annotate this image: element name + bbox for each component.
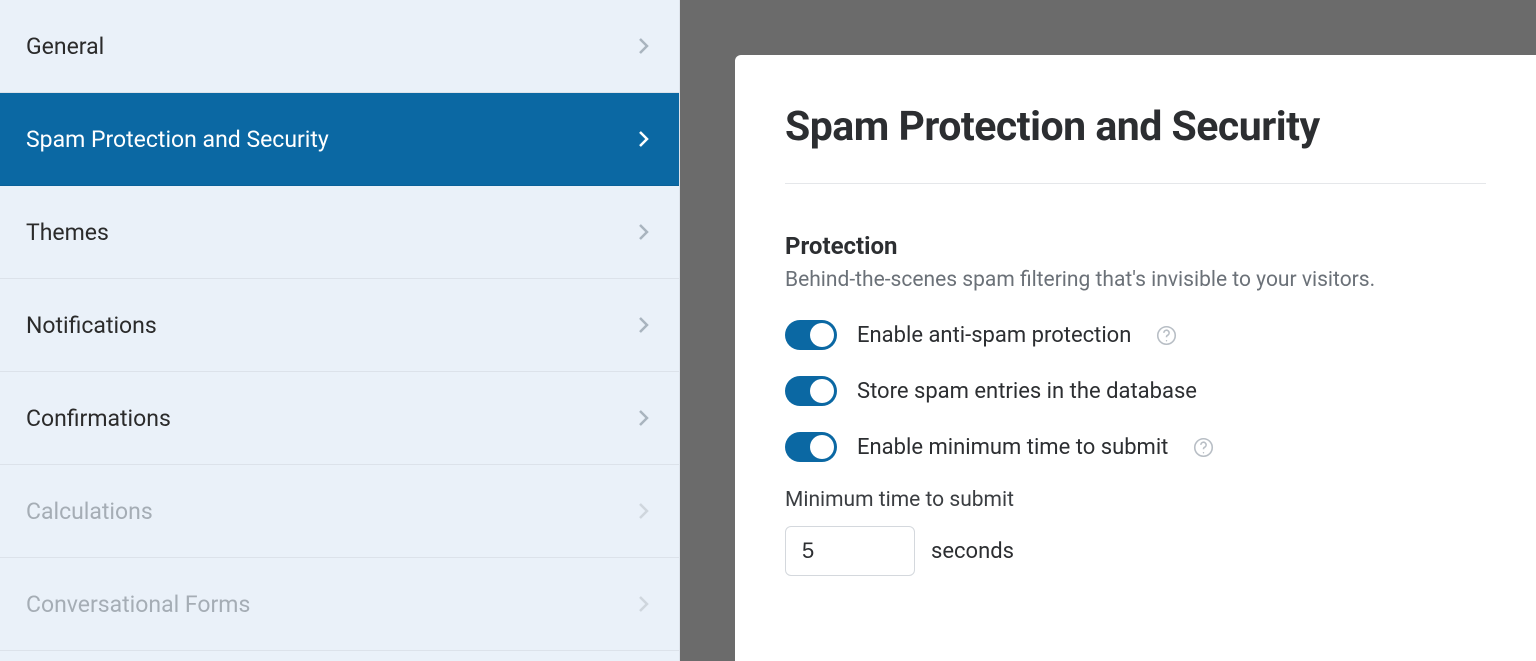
help-icon[interactable] — [1155, 324, 1177, 346]
page-title: Spam Protection and Security — [785, 103, 1486, 151]
section-description: Behind-the-scenes spam filtering that's … — [785, 268, 1486, 292]
field-row-min-time: seconds — [785, 526, 1486, 576]
sidebar-item-confirmations[interactable]: Confirmations — [0, 372, 679, 465]
sidebar-item-label: Spam Protection and Security — [26, 126, 329, 153]
sidebar-item-notifications[interactable]: Notifications — [0, 279, 679, 372]
section-title: Protection — [785, 232, 1486, 260]
toggle-min-time[interactable] — [785, 432, 837, 462]
sidebar-item-themes[interactable]: Themes — [0, 186, 679, 279]
sidebar-item-label: Themes — [26, 219, 109, 246]
toggle-anti-spam[interactable] — [785, 320, 837, 350]
toggle-row-store-spam: Store spam entries in the database — [785, 376, 1486, 406]
toggle-knob — [810, 323, 834, 347]
sidebar-item-label: Confirmations — [26, 405, 171, 432]
content-wrap: Spam Protection and Security Protection … — [680, 0, 1536, 661]
toggle-label: Enable anti-spam protection — [857, 323, 1131, 348]
toggle-label: Store spam entries in the database — [857, 379, 1197, 404]
toggle-row-anti-spam: Enable anti-spam protection — [785, 320, 1486, 350]
toggle-knob — [810, 379, 834, 403]
sidebar-item-conversational-forms[interactable]: Conversational Forms — [0, 558, 679, 651]
toggle-row-min-time: Enable minimum time to submit — [785, 432, 1486, 462]
chevron-right-icon — [635, 37, 653, 55]
chevron-right-icon — [635, 502, 653, 520]
field-suffix: seconds — [931, 539, 1014, 564]
sidebar-item-label: General — [26, 33, 104, 60]
chevron-right-icon — [635, 130, 653, 148]
sidebar-item-general[interactable]: General — [0, 0, 679, 93]
field-label-min-time: Minimum time to submit — [785, 488, 1486, 512]
sidebar-item-label: Calculations — [26, 498, 153, 525]
help-icon[interactable] — [1192, 436, 1214, 458]
toggle-store-spam[interactable] — [785, 376, 837, 406]
sidebar-item-spam-protection[interactable]: Spam Protection and Security — [0, 93, 679, 186]
content-panel: Spam Protection and Security Protection … — [735, 55, 1536, 661]
chevron-right-icon — [635, 316, 653, 334]
chevron-right-icon — [635, 223, 653, 241]
sidebar-item-label: Notifications — [26, 312, 157, 339]
toggle-knob — [810, 435, 834, 459]
chevron-right-icon — [635, 595, 653, 613]
sidebar-item-label: Conversational Forms — [26, 591, 250, 618]
divider — [785, 183, 1486, 184]
chevron-right-icon — [635, 409, 653, 427]
min-time-input[interactable] — [785, 526, 915, 576]
settings-sidebar: General Spam Protection and Security The… — [0, 0, 680, 661]
sidebar-item-calculations[interactable]: Calculations — [0, 465, 679, 558]
toggle-label: Enable minimum time to submit — [857, 435, 1168, 460]
